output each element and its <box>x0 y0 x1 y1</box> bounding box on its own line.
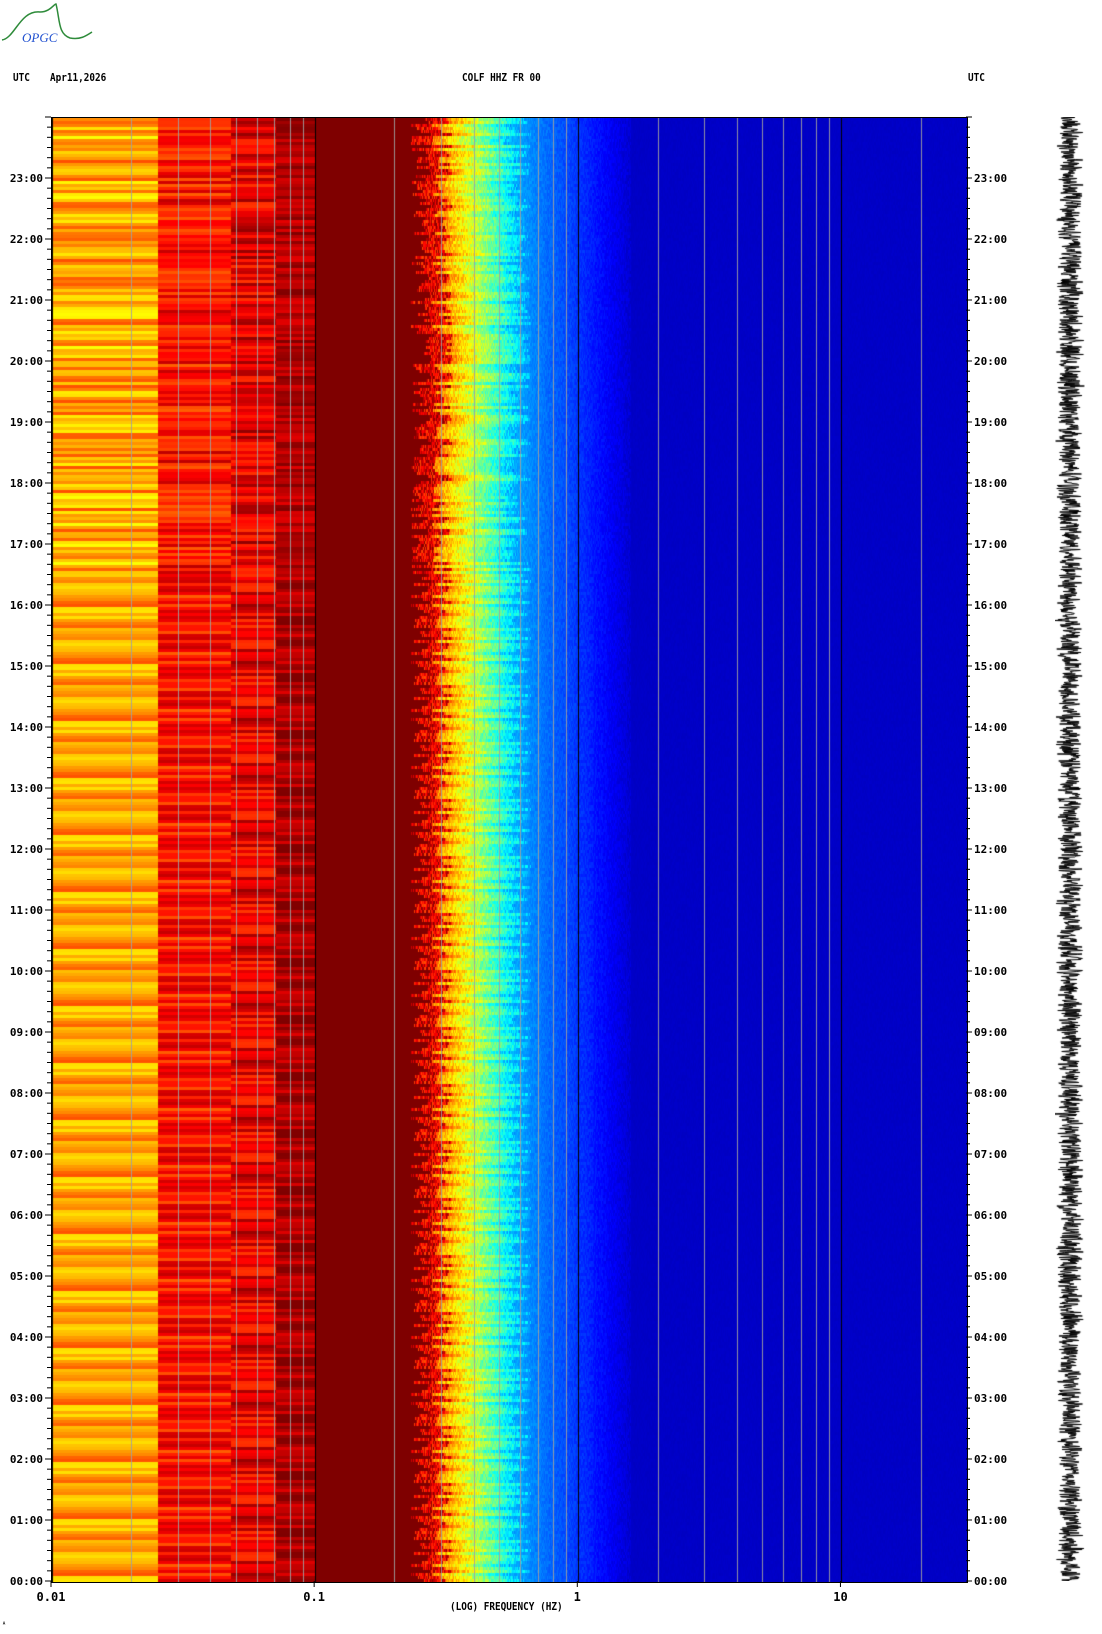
y-tick-label-left: 05:00 <box>10 1270 43 1283</box>
y-tick-label-right: 20:00 <box>974 355 1007 368</box>
y-tick-label-left: 00:00 <box>10 1575 43 1588</box>
y-tick-label-left: 19:00 <box>10 416 43 429</box>
y-tick-label-right: 13:00 <box>974 782 1007 795</box>
y-tick-label-right: 02:00 <box>974 1453 1007 1466</box>
y-tick-label-left: 18:00 <box>10 477 43 490</box>
y-tick-label-right: 18:00 <box>974 477 1007 490</box>
y-tick-label-left: 13:00 <box>10 782 43 795</box>
y-tick-label-left: 06:00 <box>10 1209 43 1222</box>
y-tick-label-left: 02:00 <box>10 1453 43 1466</box>
x-tick-label: 10 <box>833 1590 847 1604</box>
y-tick-label-left: 09:00 <box>10 1026 43 1039</box>
seismogram-trace <box>1055 117 1085 1581</box>
y-tick-label-left: 10:00 <box>10 965 43 978</box>
chart-axes: 00:00 00:00 01:00 01:00 02:00 02:00 03:00 03:00… <box>10 116 1007 1604</box>
y-tick-label-right: 23:00 <box>974 172 1007 185</box>
y-tick-label-left: 07:00 <box>10 1148 43 1161</box>
y-tick-label-right: 10:00 <box>974 965 1007 978</box>
y-tick-label-left: 22:00 <box>10 233 43 246</box>
y-tick-label-right: 14:00 <box>974 721 1007 734</box>
y-tick-label-left: 17:00 <box>10 538 43 551</box>
y-tick-label-right: 22:00 <box>974 233 1007 246</box>
y-tick-label-right: 05:00 <box>974 1270 1007 1283</box>
y-tick-label-right: 19:00 <box>974 416 1007 429</box>
y-tick-label-right: 16:00 <box>974 599 1007 612</box>
y-tick-label-right: 03:00 <box>974 1392 1007 1405</box>
y-tick-label-left: 12:00 <box>10 843 43 856</box>
y-tick-label-right: 04:00 <box>974 1331 1007 1344</box>
y-tick-label-right: 01:00 <box>974 1514 1007 1527</box>
y-tick-label-right: 17:00 <box>974 538 1007 551</box>
y-tick-label-right: 21:00 <box>974 294 1007 307</box>
x-tick-label: 0.01 <box>37 1590 66 1604</box>
x-axis-label: (LOG) FREQUENCY (HZ) <box>450 1600 563 1613</box>
y-tick-label-left: 16:00 <box>10 599 43 612</box>
y-tick-label-left: 21:00 <box>10 294 43 307</box>
y-tick-label-left: 15:00 <box>10 660 43 673</box>
x-tick-label: 1 <box>574 1590 581 1604</box>
y-tick-label-left: 08:00 <box>10 1087 43 1100</box>
y-tick-label-right: 12:00 <box>974 843 1007 856</box>
y-tick-label-right: 09:00 <box>974 1026 1007 1039</box>
y-tick-label-left: 01:00 <box>10 1514 43 1527</box>
y-tick-label-left: 23:00 <box>10 172 43 185</box>
spectrogram-page: OPGC UTC Apr11,2026 COLF HHZ FR 00 UTC 0… <box>0 0 1102 1634</box>
y-tick-label-right: 06:00 <box>974 1209 1007 1222</box>
y-tick-label-left: 03:00 <box>10 1392 43 1405</box>
y-tick-label-right: 07:00 <box>974 1148 1007 1161</box>
y-tick-label-left: 14:00 <box>10 721 43 734</box>
x-tick-label: 0.1 <box>303 1590 325 1604</box>
footer-mark: ᴬ <box>2 1620 7 1629</box>
y-tick-label-right: 15:00 <box>974 660 1007 673</box>
y-tick-label-left: 11:00 <box>10 904 43 917</box>
y-tick-label-right: 11:00 <box>974 904 1007 917</box>
y-tick-label-right: 00:00 <box>974 1575 1007 1588</box>
y-tick-label-right: 08:00 <box>974 1087 1007 1100</box>
y-tick-label-left: 04:00 <box>10 1331 43 1344</box>
y-tick-label-left: 20:00 <box>10 355 43 368</box>
